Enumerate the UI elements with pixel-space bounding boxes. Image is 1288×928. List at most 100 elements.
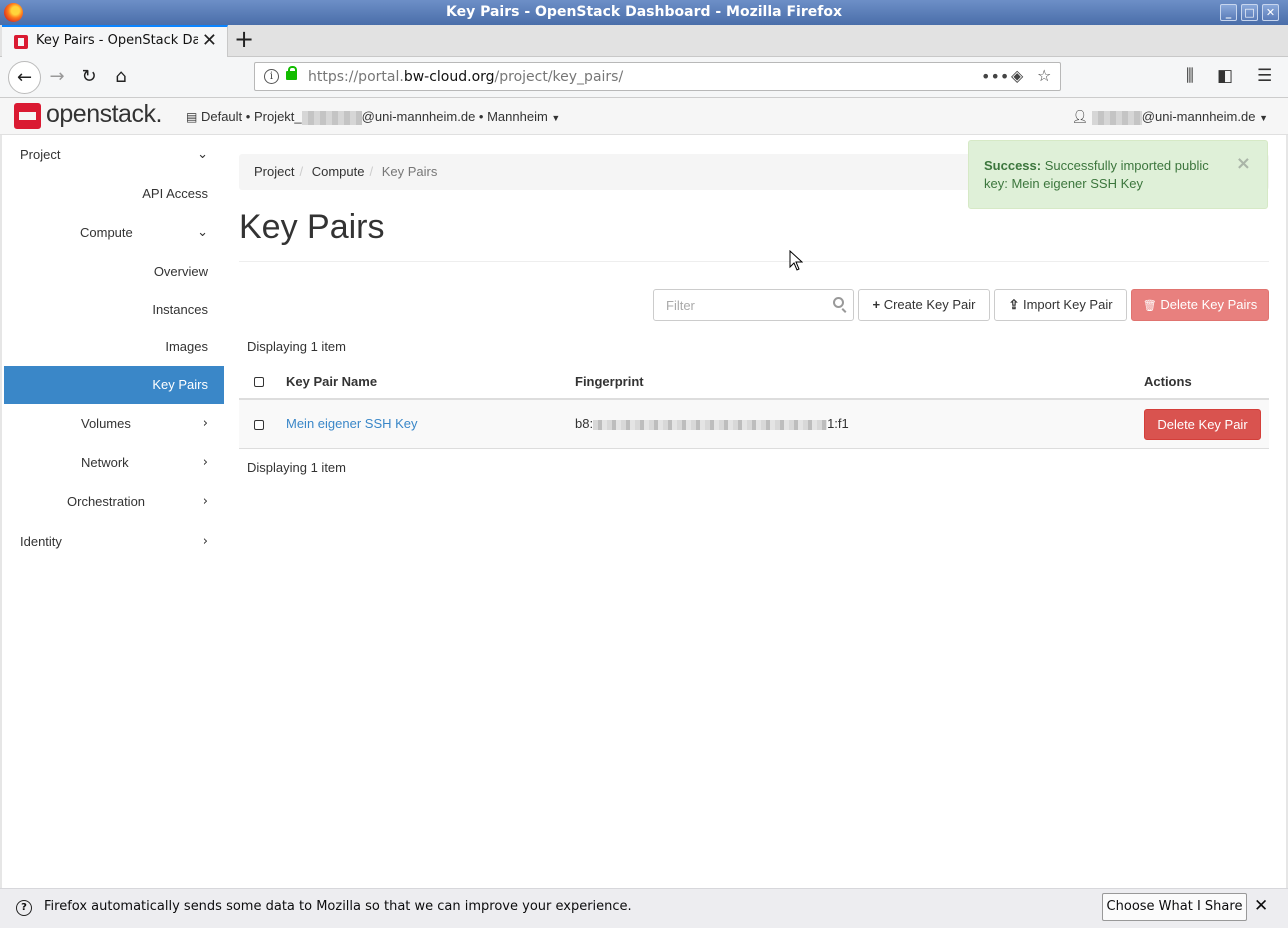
sidebar-item-label: Orchestration: [67, 494, 146, 509]
sidebar-item-instances[interactable]: Instances: [4, 291, 224, 329]
close-icon[interactable]: ×: [1236, 155, 1251, 173]
project-name-suffix: @uni-mannheim.de: [361, 109, 476, 124]
button-label: Import Key Pair: [1022, 297, 1113, 312]
column-header-fingerprint[interactable]: Fingerprint: [575, 366, 644, 398]
sidebar-toggle-icon[interactable]: ◧: [1217, 66, 1233, 86]
redacted-username: [1091, 110, 1142, 125]
table-header: Key Pair Name Fingerprint Actions: [239, 366, 1269, 400]
delete-key-pairs-button[interactable]: 🗑︎ Delete Key Pairs: [1131, 289, 1269, 321]
sidebar-item-api-access[interactable]: API Access: [4, 175, 224, 213]
sidebar-item-orchestration[interactable]: Orchestration ›: [4, 483, 224, 521]
breadcrumb-separator: /: [299, 164, 304, 179]
title-divider: [239, 261, 1269, 262]
openstack-logo-text[interactable]: openstack.: [46, 100, 162, 129]
pocket-icon[interactable]: ◈: [1011, 66, 1023, 85]
table-row: Mein eigener SSH Key b8: 1:f1 Delete Key …: [239, 400, 1269, 449]
item-count-top: Displaying 1 item: [247, 339, 346, 354]
row-checkbox[interactable]: [254, 420, 264, 430]
tab-label: Key Pairs - OpenStack Dashboard: [36, 33, 198, 48]
user-menu[interactable]: 👤︎ @uni-mannheim.de ▼: [1072, 109, 1268, 125]
close-tab-icon[interactable]: ✕: [202, 30, 217, 51]
navigation-toolbar: ← → ↻ ⌂ i https://portal.bw-cloud.org/pr…: [0, 57, 1288, 98]
sidebar-item-label: Project: [20, 147, 61, 162]
back-arrow-icon[interactable]: ←: [8, 61, 41, 94]
delete-key-pair-button[interactable]: Delete Key Pair: [1144, 409, 1261, 440]
data-collection-notification: ? Firefox automatically sends some data …: [0, 888, 1288, 928]
maximize-icon[interactable]: □: [1241, 4, 1258, 21]
sidebar-nav: Project ⌄ API Access Compute ⌄ Overview …: [4, 135, 224, 888]
filter-field[interactable]: [653, 289, 854, 321]
user-icon: 👤︎: [1071, 109, 1089, 124]
sidebar-item-label: Overview: [153, 264, 208, 279]
firefox-logo-icon: [4, 3, 23, 22]
window-frame-left: [0, 98, 2, 888]
chevron-right-icon: ›: [202, 494, 208, 509]
domain-name: Default: [200, 109, 243, 124]
sidebar-item-label: Identity: [20, 534, 62, 549]
page-title: Key Pairs: [239, 208, 385, 246]
region-name: Mannheim: [487, 109, 548, 124]
sidebar-item-compute[interactable]: Compute ⌄: [4, 214, 224, 252]
lock-icon: [286, 66, 297, 80]
tab-strip: Key Pairs - OpenStack Dashboard ✕ +: [0, 25, 1288, 57]
create-key-pair-button[interactable]: + Create Key Pair: [858, 289, 990, 321]
url-text[interactable]: https://portal.bw-cloud.org/project/key_…: [308, 69, 623, 85]
chevron-right-icon: ›: [202, 534, 208, 549]
button-label: Create Key Pair: [883, 297, 976, 312]
fingerprint-value: b8: 1:f1: [575, 400, 849, 448]
upload-icon: ⇪: [1008, 297, 1020, 312]
sidebar-item-images[interactable]: Images: [4, 328, 224, 366]
choose-what-i-share-button[interactable]: Choose What I Share: [1102, 893, 1247, 921]
project-context-menu[interactable]: ▤ Default • Projekt_ @uni-mannheim.de • M…: [186, 109, 560, 125]
caret-down-icon: ▼: [1259, 113, 1268, 123]
sidebar-item-overview[interactable]: Overview: [4, 253, 224, 291]
new-tab-icon[interactable]: +: [234, 25, 254, 53]
page-actions-icon[interactable]: •••: [981, 67, 1009, 86]
forward-arrow-icon[interactable]: →: [42, 62, 72, 92]
user-email-suffix: @uni-mannheim.de: [1141, 109, 1256, 124]
sidebar-item-project[interactable]: Project ⌄: [4, 136, 224, 174]
close-notification-icon[interactable]: ✕: [1254, 896, 1268, 916]
reload-icon[interactable]: ↻: [74, 62, 104, 92]
alert-title: Success:: [984, 158, 1042, 173]
trash-icon: 🗑︎: [1142, 300, 1157, 312]
sidebar-item-label: Images: [165, 339, 208, 354]
site-info-icon[interactable]: i: [264, 69, 279, 84]
button-label: Delete Key Pairs: [1160, 297, 1258, 312]
chevron-down-icon: ⌄: [197, 147, 208, 162]
close-window-icon[interactable]: ✕: [1262, 4, 1279, 21]
question-icon: ?: [16, 900, 32, 916]
openstack-header: openstack. ▤ Default • Projekt_ @uni-mann…: [0, 98, 1288, 135]
sidebar-item-key-pairs[interactable]: Key Pairs: [4, 366, 224, 404]
select-all-checkbox[interactable]: [254, 377, 264, 387]
window-titlebar: Key Pairs - OpenStack Dashboard - Mozill…: [0, 0, 1288, 25]
import-key-pair-button[interactable]: ⇪ Import Key Pair: [994, 289, 1127, 321]
minimize-icon[interactable]: _: [1220, 4, 1237, 21]
breadcrumb-project[interactable]: Project: [254, 164, 294, 179]
chevron-right-icon: ›: [202, 416, 208, 431]
menu-icon[interactable]: ☰: [1257, 66, 1272, 86]
sidebar-item-volumes[interactable]: Volumes ›: [4, 405, 224, 443]
home-icon[interactable]: ⌂: [106, 62, 136, 92]
openstack-logo-icon[interactable]: [14, 103, 41, 129]
sidebar-item-network[interactable]: Network ›: [4, 444, 224, 482]
success-alert: Success: Successfully imported public ke…: [968, 140, 1268, 209]
caret-down-icon: ▼: [551, 113, 561, 123]
context-icon: ▤: [186, 110, 198, 124]
library-icon[interactable]: ⫼: [1186, 66, 1194, 86]
search-icon[interactable]: [833, 297, 844, 308]
column-header-actions: Actions: [1144, 374, 1192, 389]
openstack-favicon-icon: [14, 35, 28, 49]
url-bar[interactable]: i https://portal.bw-cloud.org/project/ke…: [254, 62, 1061, 91]
column-header-name[interactable]: Key Pair Name: [286, 366, 377, 398]
sidebar-item-identity[interactable]: Identity ›: [4, 523, 224, 561]
notification-text: Firefox automatically sends some data to…: [44, 899, 632, 914]
fingerprint-end: 1:f1: [827, 416, 849, 431]
bookmark-star-icon[interactable]: ☆: [1037, 66, 1051, 85]
key-pair-name-link[interactable]: Mein eigener SSH Key: [286, 400, 418, 448]
redacted-project: [301, 110, 362, 125]
window-title: Key Pairs - OpenStack Dashboard - Mozill…: [446, 4, 842, 20]
browser-tab[interactable]: Key Pairs - OpenStack Dashboard ✕: [2, 25, 228, 57]
breadcrumb-compute[interactable]: Compute: [312, 164, 365, 179]
filter-input[interactable]: [654, 290, 814, 320]
